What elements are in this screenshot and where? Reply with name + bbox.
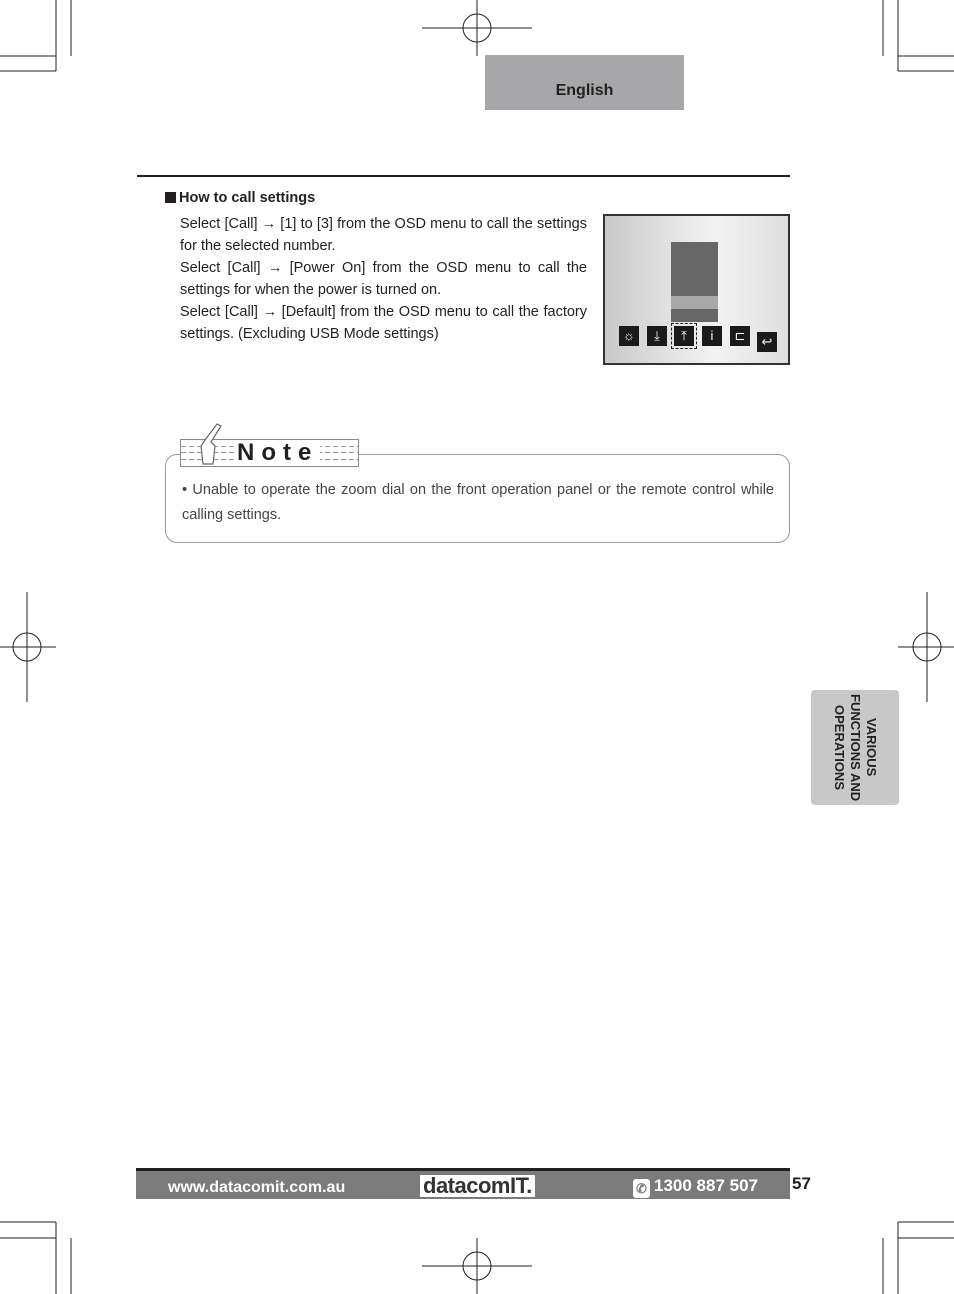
square-bullet-icon — [165, 192, 176, 203]
chapter-tab-label: VARIOUS FUNCTIONS AND OPERATIONS — [832, 693, 879, 802]
language-tab: English — [485, 55, 684, 110]
info-icon: i — [702, 326, 722, 346]
paragraph: Select [Call] → [1] to [3] from the OSD … — [180, 216, 587, 254]
note-label: Note — [180, 423, 359, 467]
divider — [137, 175, 790, 177]
call-upload-icon: ⤒ — [671, 323, 697, 349]
paragraph: Select [Call] → [Power On] from the OSD … — [180, 260, 587, 298]
section-heading: How to call settings — [165, 190, 315, 206]
osd-submenu-panel — [671, 242, 718, 322]
section-heading-text: How to call settings — [179, 190, 316, 206]
phone-number-text: 1300 887 507 — [654, 1176, 758, 1195]
language-label: English — [555, 82, 614, 99]
note-item: • Unable to operate the zoom dial on the… — [182, 482, 774, 523]
paragraph: Select [Call] → [Default] from the OSD m… — [180, 304, 587, 342]
brightness-settings-icon: ☼ — [619, 326, 639, 346]
osd-submenu-highlight — [671, 296, 718, 309]
manual-page: English How to call settings Select [Cal… — [0, 0, 954, 1294]
chapter-tab: VARIOUS FUNCTIONS AND OPERATIONS — [811, 690, 899, 805]
save-download-icon: ⤓ — [647, 326, 667, 346]
page-number: 57 — [792, 1174, 811, 1193]
brand-logo: datacomIT. — [420, 1175, 535, 1197]
usb-mode-icon: ⊏ — [730, 326, 750, 346]
osd-menu-screenshot: ☼ ⤓ ⤒ i ⊏ ↩ — [603, 214, 790, 365]
pointing-hand-icon — [200, 423, 222, 465]
crop-marks — [0, 0, 954, 1294]
return-icon: ↩ — [757, 332, 777, 352]
footer-bar: www.datacomit.com.au datacomIT. ✆ 1300 88… — [136, 1168, 790, 1199]
note-title: Note — [235, 439, 321, 466]
phone-number: ✆ 1300 887 507 — [633, 1176, 758, 1198]
note-item-text: Unable to operate the zoom dial on the f… — [182, 482, 774, 523]
website-link[interactable]: www.datacomit.com.au — [168, 1179, 345, 1197]
phone-icon: ✆ — [633, 1179, 650, 1198]
